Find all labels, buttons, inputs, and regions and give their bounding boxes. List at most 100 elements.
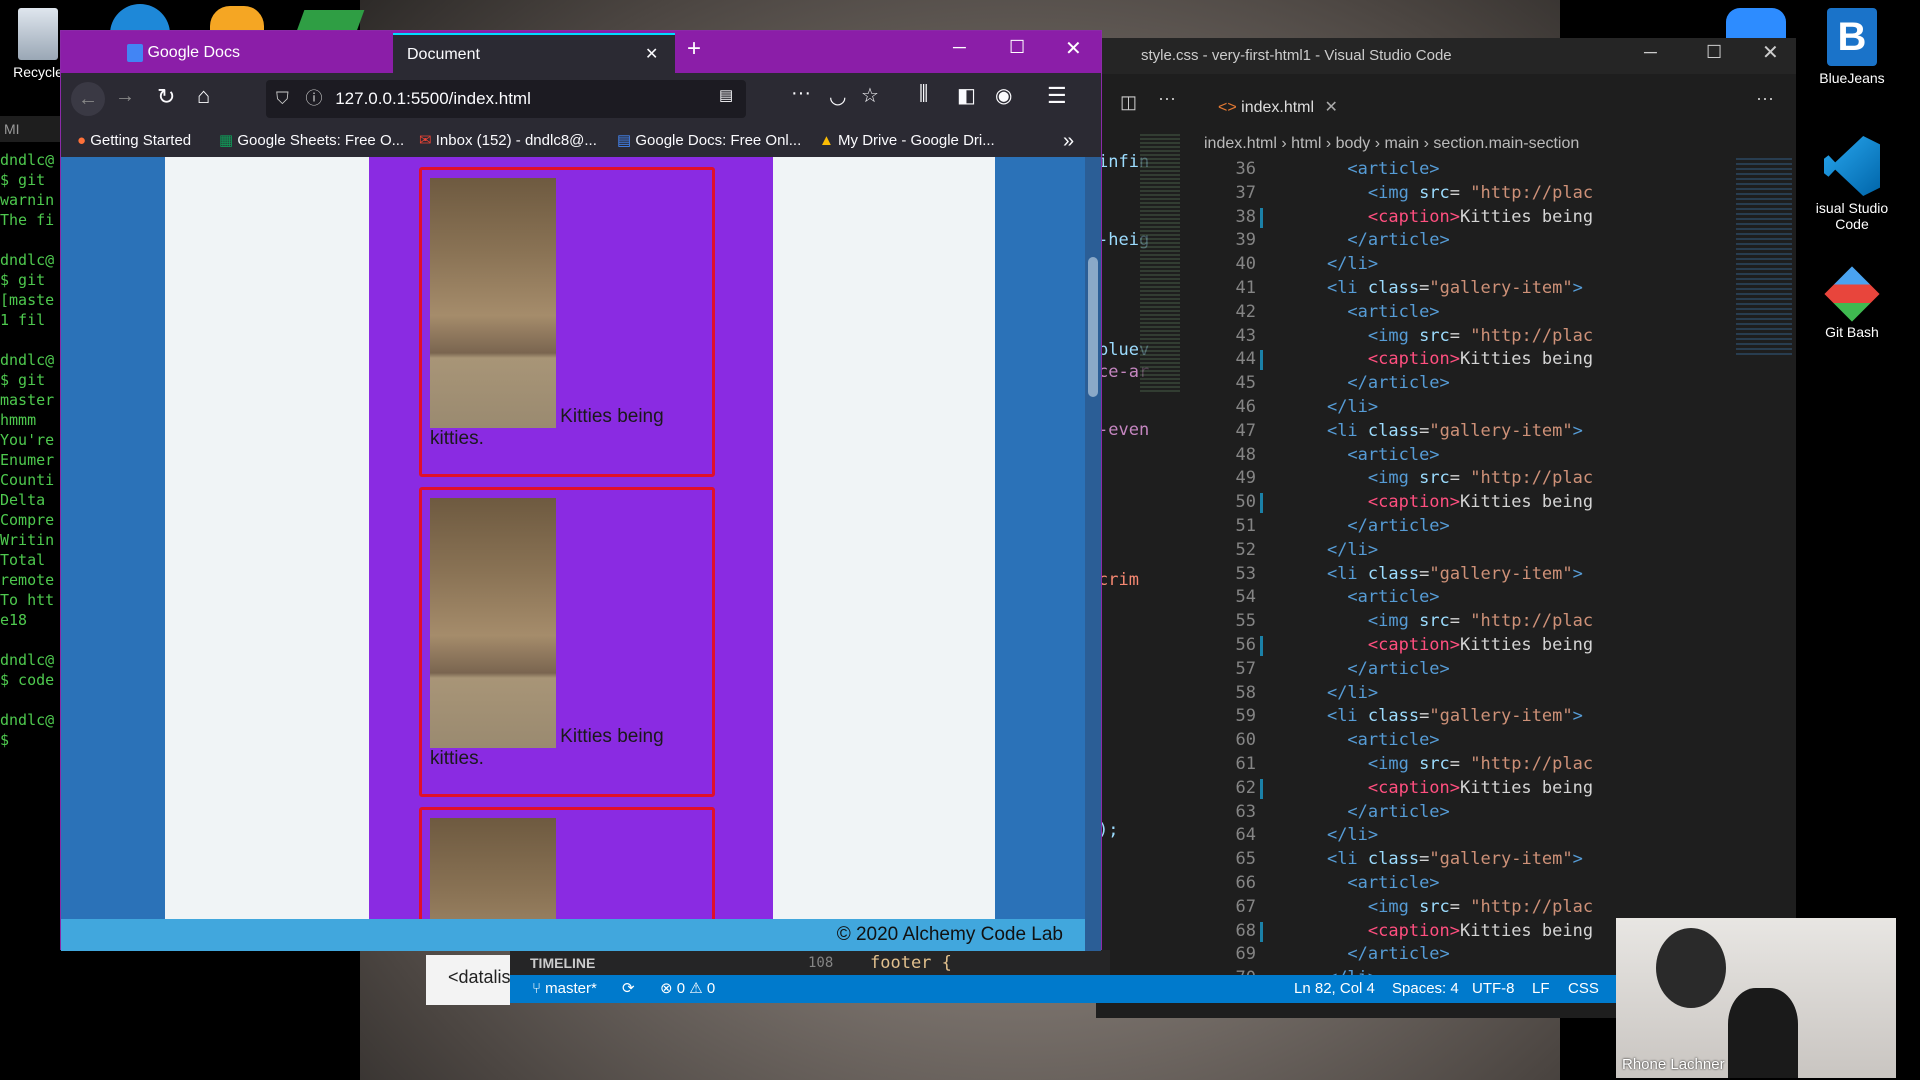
vscode-shortcut[interactable]: isual Studio Code	[1802, 136, 1902, 232]
timeline-panel[interactable]: TIMELINE 108 footer {	[510, 950, 1110, 976]
breadcrumb-item[interactable]: section.main-section	[1433, 135, 1579, 152]
encoding-status[interactable]: UTF-8	[1472, 975, 1515, 1003]
vscode-label: isual Studio Code	[1815, 200, 1889, 232]
page-viewport[interactable]: Kitties being kitties. Kitties being kit…	[61, 157, 1085, 951]
url-text[interactable]: 127.0.0.1:5500/index.html	[335, 89, 531, 108]
recycle-bin-label: Recycle	[13, 64, 63, 80]
branch-status[interactable]: ⑂ master*	[532, 975, 597, 1003]
reload-icon[interactable]: ↻	[157, 84, 175, 110]
maximize-icon[interactable]: ☐	[1009, 37, 1025, 58]
editor-minimap[interactable]	[1736, 158, 1792, 358]
minimize-icon[interactable]: ─	[953, 37, 966, 58]
vscode-icon	[1824, 136, 1880, 196]
eol-status[interactable]: LF	[1532, 975, 1550, 1003]
vscode-titlebar[interactable]: style.css - very-first-html1 - Visual St…	[1096, 38, 1796, 74]
breadcrumb-item[interactable]: body	[1336, 135, 1371, 152]
gallery-section: Kitties being kitties. Kitties being kit…	[369, 157, 773, 951]
code-text: <caption>Kitties being	[1367, 920, 1594, 941]
code-text: <caption>Kitties being	[1367, 777, 1594, 798]
more-actions-icon[interactable]: ···	[1158, 88, 1176, 109]
tab-close-icon[interactable]: ✕	[1325, 99, 1338, 116]
line-number: 40	[1235, 254, 1256, 275]
line-number: 57	[1235, 658, 1256, 679]
terminal-line: Enumer	[0, 451, 55, 469]
code-line: 63 </article>	[1204, 801, 1744, 825]
terminal-line: $	[0, 731, 10, 749]
problems-status[interactable]: ⊗ 0 ⚠ 0	[660, 975, 715, 1003]
page-scrollbar[interactable]	[1085, 157, 1101, 951]
reader-view-icon[interactable]: ▤	[719, 86, 733, 104]
code-text: <img src= "http://plac	[1367, 468, 1594, 489]
terminal-window[interactable]: dndlc@ $ git warnin The fi dndlc@ $ git [ma…	[0, 150, 62, 754]
line-number: 65	[1235, 849, 1256, 870]
editor-more-icon[interactable]: ···	[1756, 88, 1774, 109]
menu-icon[interactable]: ☰	[1047, 83, 1067, 109]
split-editor-icon[interactable]: ◫	[1120, 92, 1137, 113]
git-bash-label: Git Bash	[1825, 324, 1879, 340]
account-icon[interactable]: ◉	[995, 83, 1012, 108]
bookmark-google-sheets[interactable]: ▦ Google Sheets: Free O...	[219, 125, 404, 157]
terminal-line: dndlc@	[0, 151, 55, 169]
bookmark-my-drive[interactable]: ▲ My Drive - Google Dri...	[819, 125, 995, 157]
language-status[interactable]: CSS	[1568, 975, 1599, 1003]
minimize-icon[interactable]: ─	[1644, 42, 1657, 63]
pocket-icon[interactable]: ◡	[829, 84, 846, 109]
indent-status[interactable]: Spaces: 4	[1392, 975, 1459, 1003]
minimap[interactable]	[1140, 134, 1180, 394]
maximize-icon[interactable]: ☐	[1706, 42, 1722, 63]
terminal-titlebar[interactable]: MI	[0, 116, 62, 142]
git-change-marker	[1260, 778, 1263, 799]
sync-icon[interactable]: ⟳	[622, 975, 635, 1003]
bookmark-star-icon[interactable]: ☆	[861, 83, 879, 108]
scrollbar-thumb[interactable]	[1088, 257, 1098, 397]
close-icon[interactable]: ✕	[1762, 40, 1779, 65]
home-icon[interactable]: ⌂	[197, 83, 210, 109]
library-icon[interactable]: ⫼	[919, 83, 928, 106]
code-text: <article>	[1347, 444, 1440, 465]
terminal-line: dndlc@	[0, 711, 55, 729]
bookmarks-toolbar: ● Getting Started ▦ Google Sheets: Free …	[61, 125, 1101, 157]
line-number: 47	[1235, 420, 1256, 441]
bluejeans-shortcut[interactable]: B BlueJeans	[1802, 8, 1902, 86]
vscode-window[interactable]: style.css - very-first-html1 - Visual St…	[1096, 38, 1796, 1018]
terminal-line: $ git	[0, 371, 46, 389]
code-text: <li class="gallery-item">	[1326, 420, 1583, 441]
code-line: 39 </article>	[1204, 229, 1744, 253]
sidebar-icon[interactable]: ◧	[957, 83, 976, 108]
page-actions-icon[interactable]: ···	[791, 82, 811, 105]
shield-icon[interactable]: ⛉	[276, 89, 289, 108]
line-number: 52	[1235, 539, 1256, 560]
breadcrumb-item[interactable]: main	[1385, 135, 1420, 152]
close-icon[interactable]: ✕	[1065, 36, 1082, 61]
more-bookmarks-icon[interactable]: »	[1063, 125, 1074, 157]
person-shape	[1728, 988, 1798, 1078]
bookmark-getting-started[interactable]: ● Getting Started	[77, 125, 191, 157]
code-line: 48 <article>	[1204, 444, 1744, 468]
new-tab-icon[interactable]: +	[687, 35, 701, 63]
tab-document[interactable]: Document ✕	[393, 33, 675, 73]
code-text: </article>	[1347, 373, 1450, 394]
code-line: 66 <article>	[1204, 872, 1744, 896]
cursor-position[interactable]: Ln 82, Col 4	[1294, 975, 1375, 1003]
breadcrumb-item[interactable]: index.html	[1204, 135, 1277, 152]
line-number: 53	[1235, 563, 1256, 584]
firefox-window[interactable]: Google Docs ✕ Document ✕ + ─ ☐ ✕ ← → ↻ ⌂…	[60, 30, 1102, 951]
tab-index-html[interactable]: <> index.html ✕	[1204, 86, 1364, 130]
bookmark-google-docs[interactable]: ▤ Google Docs: Free Onl...	[617, 125, 801, 157]
code-editor[interactable]: 36 <article> 37 <img src= "http://plac 38 …	[1204, 158, 1744, 1008]
code-text: <caption>Kitties being	[1367, 206, 1594, 227]
info-icon[interactable]: ⓘ	[305, 89, 322, 108]
git-bash-shortcut[interactable]: Git Bash	[1802, 266, 1902, 340]
back-icon[interactable]: ←	[71, 82, 105, 116]
git-change-marker	[1260, 635, 1263, 656]
status-bar: ⑂ master* ⟳ ⊗ 0 ⚠ 0 Ln 82, Col 4 Spaces:…	[510, 975, 1620, 1003]
code-line: 67 <img src= "http://plac	[1204, 896, 1744, 920]
breadcrumb[interactable]: index.html › html › body › main › sectio…	[1204, 130, 1796, 158]
terminal-output: dndlc@ $ git warnin The fi dndlc@ $ git [ma…	[0, 150, 62, 750]
bookmark-inbox[interactable]: ✉ Inbox (152) - dndlc8@...	[419, 125, 597, 157]
forward-icon[interactable]: →	[115, 85, 135, 108]
address-bar[interactable]: ⛉ ⓘ 127.0.0.1:5500/index.html	[266, 80, 746, 118]
tab-close-icon[interactable]: ✕	[645, 35, 658, 75]
code-line: 61 <img src= "http://plac	[1204, 753, 1744, 777]
breadcrumb-item[interactable]: html	[1291, 135, 1321, 152]
